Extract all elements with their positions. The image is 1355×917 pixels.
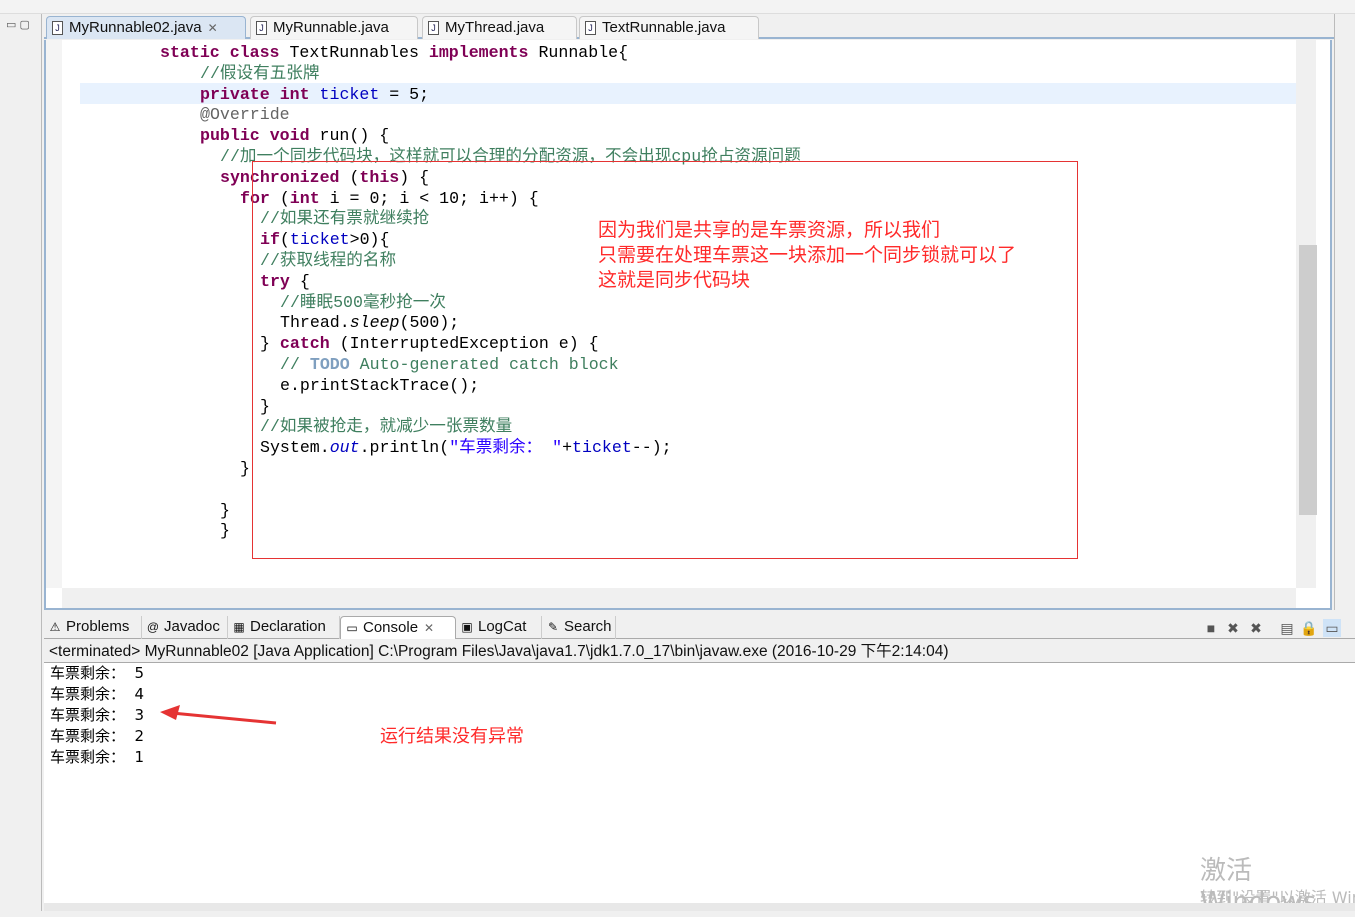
status-bar: [44, 903, 1355, 911]
console-annotation: 运行结果没有异常: [380, 726, 524, 747]
code-editor[interactable]: static class TextRunnables implements Ru…: [44, 40, 1332, 610]
tab-label: MyThread.java: [445, 19, 545, 36]
console-output[interactable]: 车票剩余： 5 车票剩余： 4 车票剩余： 3 车票剩余： 2 车票剩余： 1: [44, 663, 1355, 903]
code-line: static class TextRunnables implements Ru…: [160, 42, 628, 63]
problems-icon: ⚠: [49, 620, 61, 634]
tab-label: Console: [363, 619, 419, 636]
declaration-icon: ▦: [233, 620, 245, 634]
arrow-annotation: [160, 705, 277, 725]
console-line: 车票剩余： 4: [50, 685, 145, 703]
code-token: }: [220, 521, 230, 541]
code-token: = 5;: [379, 84, 430, 104]
scroll-lock-icon[interactable]: 🔒: [1300, 619, 1318, 637]
tab-problems[interactable]: ⚠ Problems: [44, 616, 142, 639]
scrollbar-thumb[interactable]: [1299, 245, 1317, 515]
tab-search[interactable]: ✎ Search: [542, 616, 616, 639]
console-line: 车票剩余： 1: [50, 748, 145, 766]
left-minimized-panel: ▭ ▢: [0, 14, 42, 911]
code-token: class: [229, 43, 280, 62]
logcat-icon: ▣: [461, 620, 473, 634]
editor-tabs: J MyRunnable02.java ✕ J MyRunnable.java J My…: [44, 15, 1334, 39]
code-line: //假设有五张牌: [200, 63, 319, 84]
tab-label: Declaration: [250, 618, 326, 635]
annotation-line: 因为我们是共享的是车票资源，所以我们: [598, 219, 941, 241]
code-token: private: [200, 84, 270, 104]
fold-gutter: [62, 40, 80, 588]
tab-label: TextRunnable.java: [602, 19, 726, 36]
close-icon[interactable]: ✕: [424, 621, 434, 635]
console-header: <terminated> MyRunnable02 [Java Applicat…: [44, 640, 1355, 663]
code-token: @Override: [200, 105, 290, 125]
code-line: }: [240, 458, 250, 479]
remove-launch-icon[interactable]: ✖: [1224, 619, 1242, 637]
tab-label: MyRunnable.java: [273, 19, 389, 36]
at-icon: @: [146, 620, 160, 634]
code-token: int: [279, 84, 310, 104]
console-line: 车票剩余： 5: [50, 664, 145, 682]
console-icon: ▭: [346, 621, 358, 635]
tab-myrunnable02[interactable]: J MyRunnable02.java ✕: [46, 16, 246, 39]
code-annotation: 因为我们是共享的是车票资源，所以我们 只需要在处理车票这一块添加一个同步锁就可以…: [598, 218, 1016, 293]
annotation-line: 只需要在处理车票这一块添加一个同步锁就可以了: [598, 244, 1017, 266]
tab-declaration[interactable]: ▦ Declaration: [228, 616, 340, 639]
console-line: 车票剩余： 2: [50, 727, 145, 745]
code-token: ticket: [319, 84, 380, 104]
minimize-maximize-icon[interactable]: ▭ ▢: [6, 18, 30, 31]
code-line: @Override: [200, 104, 290, 125]
code-token: //假设有五张牌: [200, 63, 320, 83]
code-line: private int ticket = 5;: [200, 84, 429, 105]
tab-label: LogCat: [478, 618, 527, 635]
tab-label: Problems: [66, 618, 130, 635]
tab-javadoc[interactable]: @ Javadoc: [142, 616, 228, 639]
close-icon[interactable]: ✕: [208, 21, 218, 35]
code-token: }: [240, 459, 250, 478]
code-token: implements: [428, 43, 529, 62]
tab-label: Javadoc: [164, 618, 220, 635]
search-icon: ✎: [547, 620, 559, 634]
code-token: static: [160, 43, 220, 62]
horizontal-scrollbar[interactable]: [62, 588, 1296, 608]
java-file-icon: J: [256, 21, 267, 35]
code-line: }: [220, 520, 230, 541]
tab-myrunnable[interactable]: J MyRunnable.java: [250, 16, 418, 39]
console-line: 车票剩余： 3: [50, 706, 145, 724]
code-token: }: [220, 500, 230, 520]
tab-label: Search: [564, 618, 612, 635]
code-token: public: [200, 126, 260, 146]
clear-console-icon[interactable]: ▤: [1278, 619, 1296, 637]
show-console-icon[interactable]: ▭: [1323, 619, 1341, 637]
remove-all-icon[interactable]: ✖: [1247, 619, 1265, 637]
code-line: }: [220, 500, 230, 521]
tab-textrunnable[interactable]: J TextRunnable.java: [579, 16, 759, 39]
code-token: Runnable{: [528, 43, 629, 62]
code-token: void: [269, 126, 310, 146]
code-line: public void run() {: [200, 125, 389, 146]
java-file-icon: J: [52, 21, 63, 35]
terminate-icon[interactable]: ■: [1202, 619, 1220, 637]
tab-console[interactable]: ▭ Console ✕: [340, 616, 456, 639]
code-token: run() {: [309, 126, 390, 146]
tab-logcat[interactable]: ▣ LogCat: [456, 616, 542, 639]
console-tabs: ⚠ Problems @ Javadoc ▦ Declaration ▭ Console ✕ ▣ L…: [44, 615, 1355, 639]
right-minimized-panel: [1334, 14, 1355, 610]
tab-label: MyRunnable02.java: [69, 19, 202, 36]
code-token: TextRunnables: [279, 43, 429, 62]
java-file-icon: J: [428, 21, 439, 35]
annotation-line: 这就是同步代码块: [598, 269, 751, 291]
main-toolbar: [0, 0, 1355, 14]
annotation-ruler: [46, 40, 62, 588]
java-file-icon: J: [585, 21, 596, 35]
tab-mythread[interactable]: J MyThread.java: [422, 16, 577, 39]
